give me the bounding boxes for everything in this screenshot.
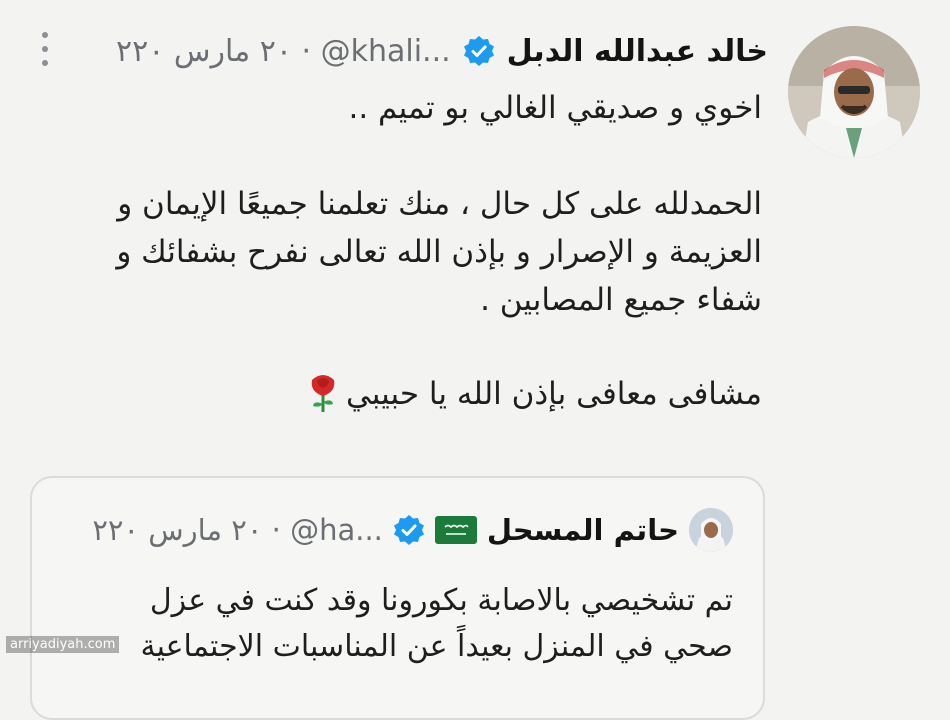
rose-icon	[308, 372, 338, 412]
verified-badge-icon	[393, 514, 425, 546]
more-vertical-icon[interactable]	[38, 32, 52, 66]
tweet-paragraph-1: اخوي و صديقي الغالي بو تميم ..	[348, 90, 762, 126]
quoted-tweet-body: تم تشخيصي بالاصابة بكورونا وقد كنت في عز…	[53, 578, 733, 670]
quoted-tweet-meta[interactable]: ٢٠ مارس ٢٢٠ · @ha...	[92, 513, 383, 547]
tweet-line: العزيمة و الإصرار و بإذن الله تعالى نفرح…	[116, 234, 762, 270]
tweet: خالد عبدالله الدبل ٢٠ مارس ٢٢٠ · @khali.…	[0, 0, 950, 720]
tweet-line: شفاء جميع المصابين .	[480, 282, 762, 318]
quoted-avatar[interactable]	[689, 508, 733, 552]
quoted-display-name[interactable]: حاتم المسحل	[487, 513, 679, 547]
quoted-line: تم تشخيصي بالاصابة بكورونا وقد كنت في عز…	[149, 583, 733, 618]
quoted-tweet-card[interactable]: حاتم المسحل ٢٠ مارس ٢٢٠ · @ha... تم تشخي…	[30, 476, 765, 720]
avatar[interactable]	[788, 26, 920, 158]
tweet-line: الحمدلله على كل حال ، منك تعلمنا جميعًا …	[117, 186, 762, 222]
tweet-meta[interactable]: ٢٠ مارس ٢٢٠ · @khali...	[116, 34, 451, 69]
display-name[interactable]: خالد عبدالله الدبل	[507, 34, 768, 69]
tweet-body: اخوي و صديقي الغالي بو تميم .. الحمدلله …	[42, 84, 762, 418]
tweet-paragraph-3-text: مشافى معافى بإذن الله يا حبيبي	[345, 376, 762, 412]
tweet-paragraph-2: الحمدلله على كل حال ، منك تعلمنا جميعًا …	[42, 180, 762, 324]
avatar-photo	[788, 26, 920, 158]
saudi-flag-icon	[434, 516, 477, 544]
tweet-header: خالد عبدالله الدبل ٢٠ مارس ٢٢٠ · @khali.…	[116, 28, 768, 74]
quoted-tweet-header: حاتم المسحل ٢٠ مارس ٢٢٠ · @ha...	[92, 508, 733, 552]
watermark: arriyadiyah.com	[6, 636, 120, 653]
quoted-line: صحي في المنزل بعيداً عن المناسبات الاجتم…	[140, 629, 733, 664]
tweet-paragraph-3: مشافى معافى بإذن الله يا حبيبي	[42, 370, 762, 418]
verified-badge-icon	[463, 35, 495, 67]
